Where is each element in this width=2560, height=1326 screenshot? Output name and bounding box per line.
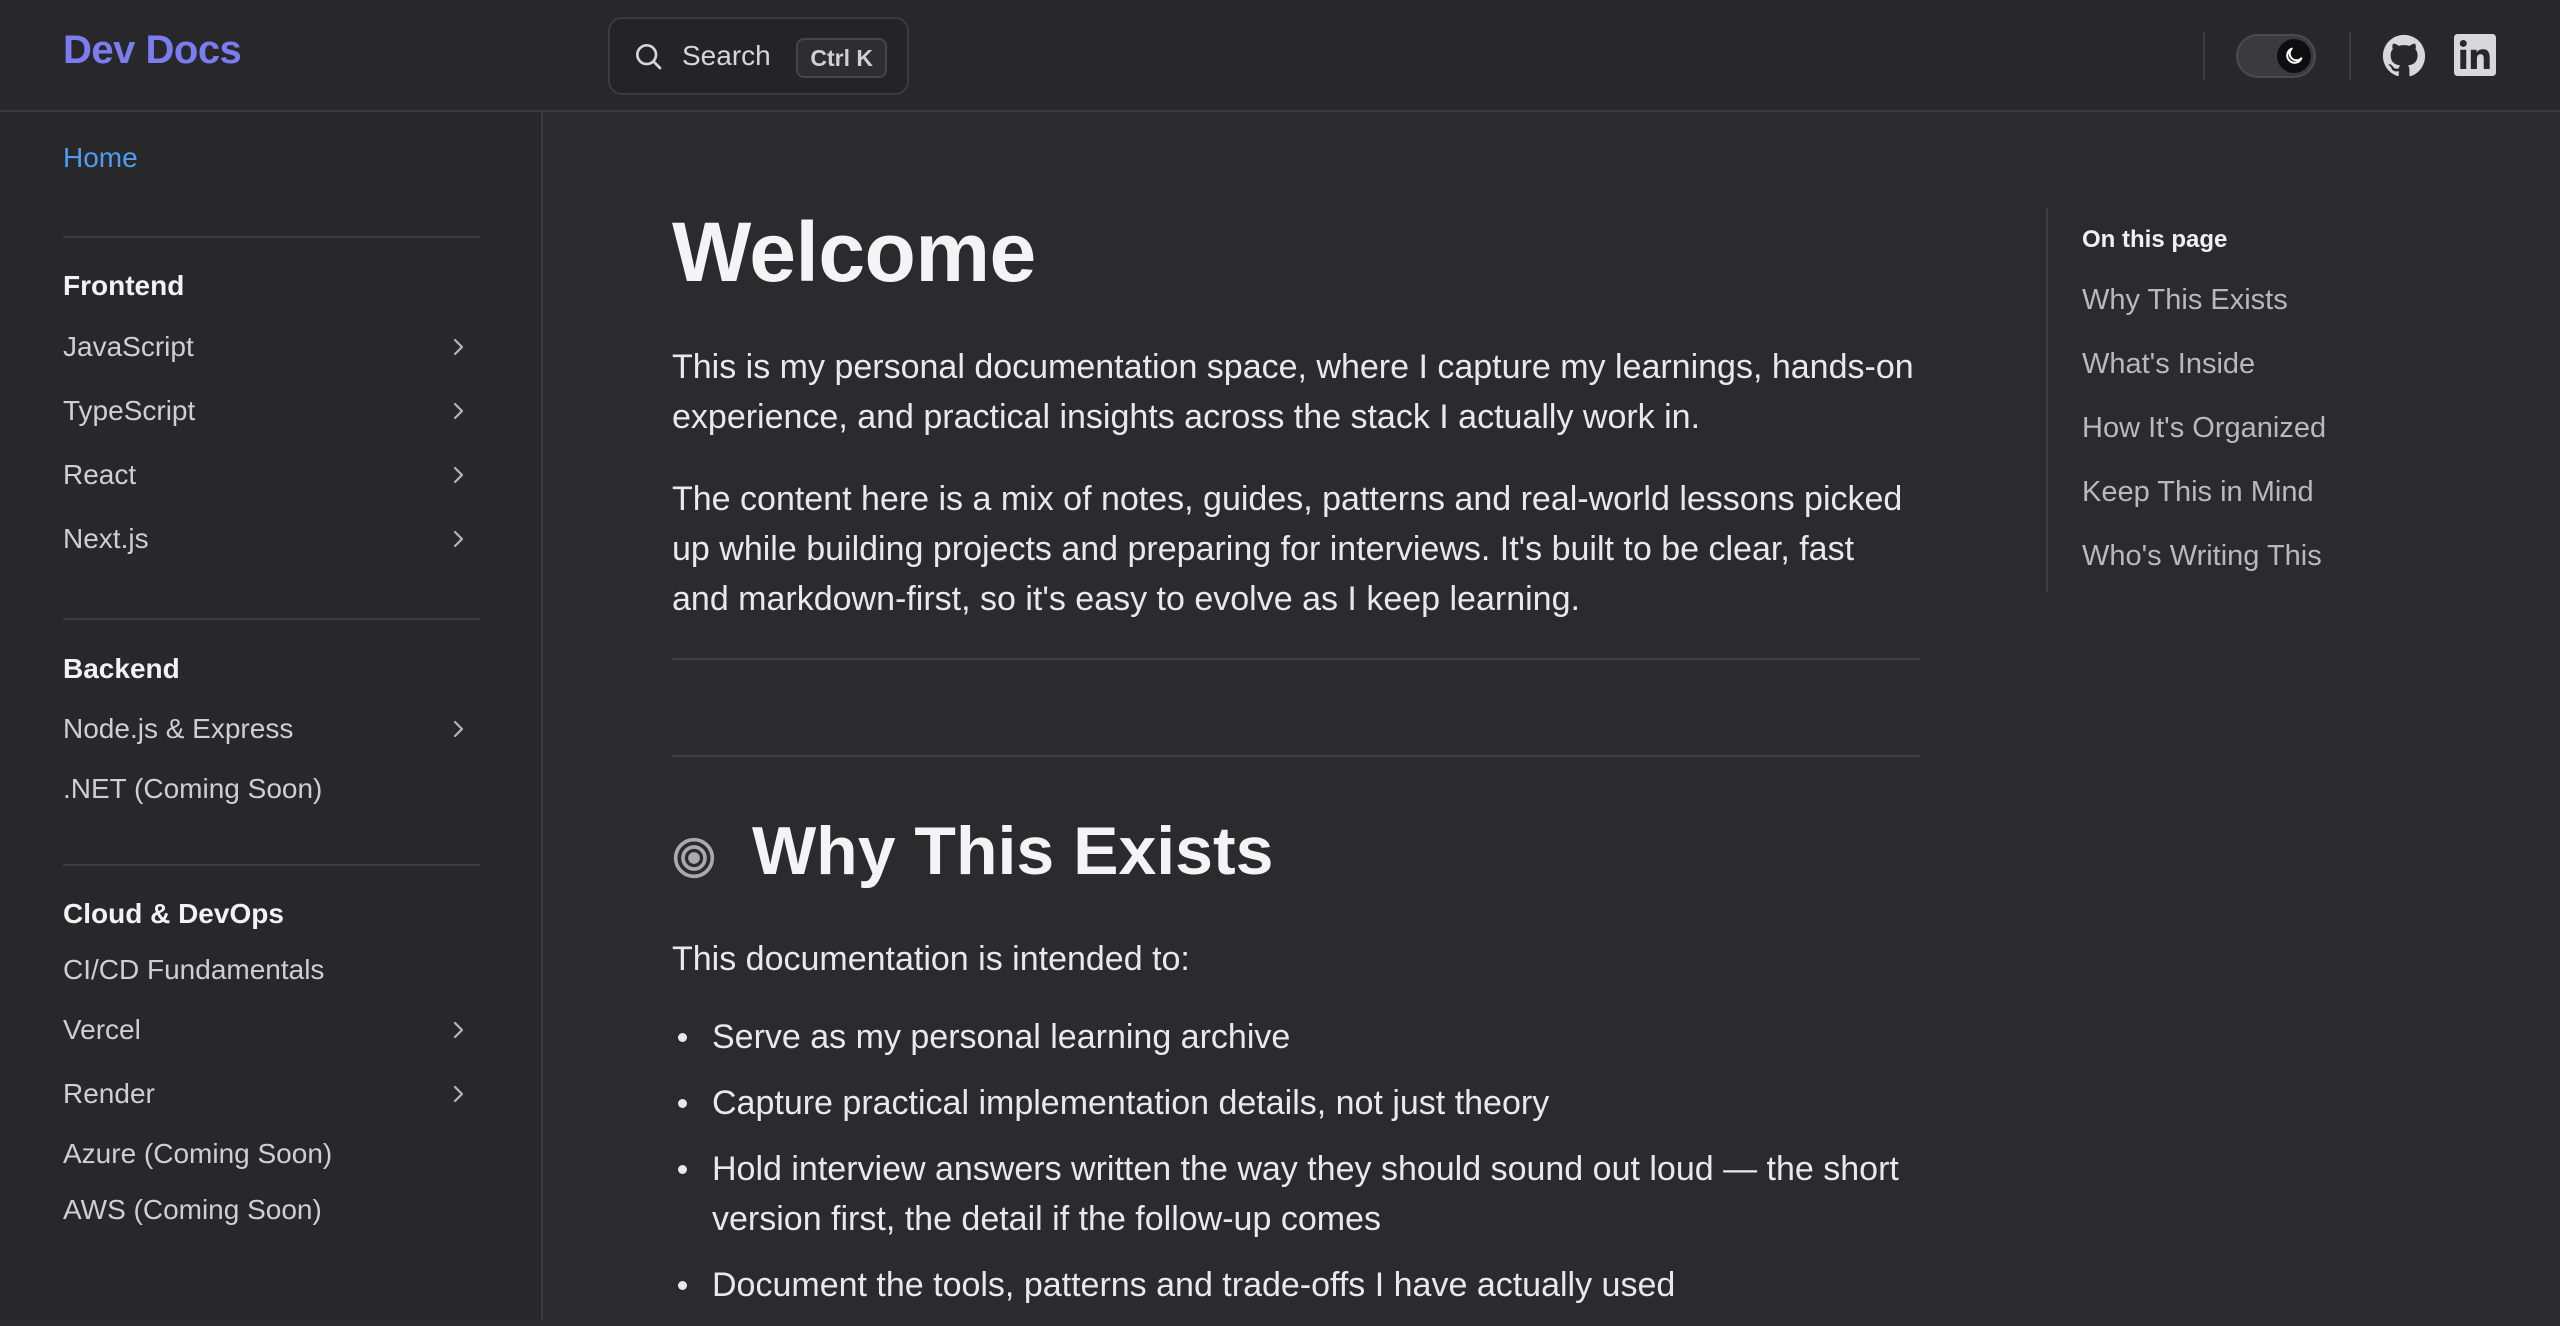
section-heading-row: Why This Exists	[672, 812, 1273, 890]
linkedin-icon[interactable]	[2454, 34, 2496, 76]
sidebar-item-label: Vercel	[63, 1014, 141, 1045]
on-this-page: On this page Why This Exists What's Insi…	[2046, 208, 2446, 592]
header-divider	[2349, 32, 2351, 80]
sidebar-group-frontend: Frontend	[63, 270, 185, 301]
section-heading: Why This Exists	[752, 813, 1274, 889]
list-item: Serve as my personal learning archive	[672, 1012, 1920, 1062]
sidebar-item-label: Render	[63, 1078, 155, 1109]
sidebar-item-home[interactable]: Home	[63, 142, 138, 174]
target-icon	[673, 837, 715, 879]
chevron-right-icon	[453, 1021, 464, 1039]
chevron-right-icon	[453, 530, 464, 548]
sidebar-item-aws[interactable]: AWS (Coming Soon)	[63, 1184, 480, 1236]
sidebar-item-javascript[interactable]: JavaScript	[63, 321, 480, 373]
sidebar-item-typescript[interactable]: TypeScript	[63, 385, 480, 437]
list-item: Document the tools, patterns and trade-o…	[672, 1260, 1920, 1310]
toc-link[interactable]: Why This Exists	[2082, 284, 2288, 317]
chevron-right-icon	[453, 720, 464, 738]
list-item: Hold interview answers written the way t…	[672, 1144, 1920, 1244]
toc-title: On this page	[2082, 226, 2228, 253]
github-icon[interactable]	[2382, 34, 2426, 78]
sidebar-divider	[63, 618, 480, 620]
sidebar-item-nextjs[interactable]: Next.js	[63, 513, 480, 565]
intro-paragraph: This is my personal documentation space,…	[672, 348, 1914, 436]
sidebar-item-nodejs-express[interactable]: Node.js & Express	[63, 703, 480, 755]
list-item-text: Hold interview answers written the way t…	[712, 1150, 1899, 1238]
sidebar-item-cicd[interactable]: CI/CD Fundamentals	[63, 944, 480, 996]
sidebar-group-cloud-devops: Cloud & DevOps	[63, 898, 284, 929]
sidebar-divider	[63, 236, 480, 238]
page-title: Welcome	[672, 205, 1036, 299]
bullet-dot	[678, 1165, 687, 1174]
sidebar: Home Frontend JavaScript TypeScript Reac…	[0, 112, 543, 1320]
sidebar-item-label: .NET (Coming Soon)	[63, 773, 323, 804]
list-item-text: Capture practical implementation details…	[712, 1084, 1550, 1122]
chevron-right-icon	[453, 1085, 464, 1103]
chevron-right-icon	[453, 466, 464, 484]
search-button[interactable]: Search Ctrl K	[608, 17, 909, 95]
header-divider	[2203, 32, 2205, 80]
chevron-right-icon	[453, 338, 464, 356]
site-logo[interactable]: Dev Docs	[63, 28, 242, 73]
list-item-text: Serve as my personal learning archive	[712, 1018, 1291, 1056]
toc-link[interactable]: How It's Organized	[2082, 412, 2326, 445]
list-item: Capture practical implementation details…	[672, 1078, 1920, 1128]
chevron-right-icon	[453, 402, 464, 420]
sidebar-item-label: Azure (Coming Soon)	[63, 1138, 333, 1169]
theme-toggle[interactable]	[2236, 34, 2316, 78]
sidebar-item-label: React	[63, 459, 137, 490]
sidebar-group-backend: Backend	[63, 653, 180, 684]
toc-link[interactable]: Keep This in Mind	[2082, 476, 2314, 509]
sidebar-item-dotnet[interactable]: .NET (Coming Soon)	[63, 763, 480, 815]
sidebar-item-label: TypeScript	[63, 395, 196, 426]
moon-icon	[2277, 39, 2311, 73]
search-label: Search	[682, 40, 771, 71]
toc-link[interactable]: What's Inside	[2082, 348, 2255, 381]
sidebar-item-azure[interactable]: Azure (Coming Soon)	[63, 1128, 480, 1180]
bullet-dot	[678, 1099, 687, 1108]
intro-paragraph: The content here is a mix of notes, guid…	[672, 480, 1903, 618]
search-shortcut-badge: Ctrl K	[796, 38, 887, 78]
search-icon	[636, 44, 662, 70]
section-lead: This documentation is intended to:	[672, 940, 1190, 978]
sidebar-item-label: Next.js	[63, 523, 149, 554]
toc-link[interactable]: Who's Writing This	[2082, 540, 2322, 573]
top-navbar: Dev Docs Search Ctrl K	[0, 0, 2560, 112]
sidebar-item-react[interactable]: React	[63, 449, 480, 501]
sidebar-item-render[interactable]: Render	[63, 1068, 480, 1120]
sidebar-divider	[63, 864, 480, 866]
sidebar-item-label: AWS (Coming Soon)	[63, 1194, 322, 1225]
content-divider	[672, 755, 1920, 757]
bullet-dot	[678, 1281, 687, 1290]
content-divider	[672, 658, 1920, 660]
sidebar-item-vercel[interactable]: Vercel	[63, 1004, 480, 1056]
list-item-text: Document the tools, patterns and trade-o…	[712, 1266, 1676, 1304]
bullet-list: Serve as my personal learning archive Ca…	[672, 1012, 1920, 1326]
sidebar-item-label: Node.js & Express	[63, 713, 294, 744]
sidebar-item-label: CI/CD Fundamentals	[63, 954, 325, 985]
bullet-dot	[678, 1033, 687, 1042]
sidebar-item-label: JavaScript	[63, 331, 194, 362]
